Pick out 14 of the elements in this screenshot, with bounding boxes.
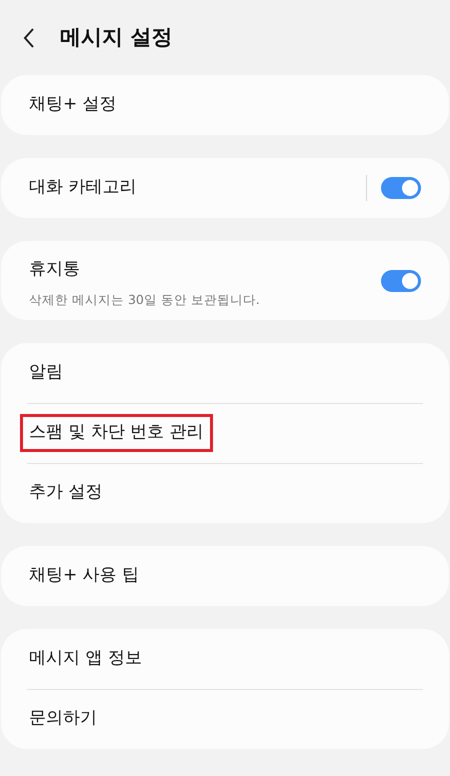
setting-label[interactable]: 대화 카테고리 <box>20 169 146 207</box>
setting-label[interactable]: 채팅+ 설정 <box>20 86 126 124</box>
toggle-switch[interactable] <box>381 270 421 292</box>
setting-description: 삭제한 메시지는 30일 동안 보관됩니다. <box>29 290 261 309</box>
setting-label[interactable]: 휴지통 <box>20 251 89 289</box>
setting-label[interactable]: 문의하기 <box>20 700 106 738</box>
setting-label[interactable]: 알림 <box>20 354 72 392</box>
back-icon[interactable] <box>22 26 36 48</box>
setting-label[interactable]: 채팅+ 사용 팁 <box>20 557 148 595</box>
page-title: 메시지 설정 <box>60 24 172 51</box>
setting-label[interactable]: 스팸 및 차단 번호 관리 <box>20 414 213 452</box>
toggle-switch[interactable] <box>381 177 421 199</box>
setting-label[interactable]: 메시지 앱 정보 <box>20 640 151 678</box>
setting-label[interactable]: 추가 설정 <box>20 474 112 512</box>
